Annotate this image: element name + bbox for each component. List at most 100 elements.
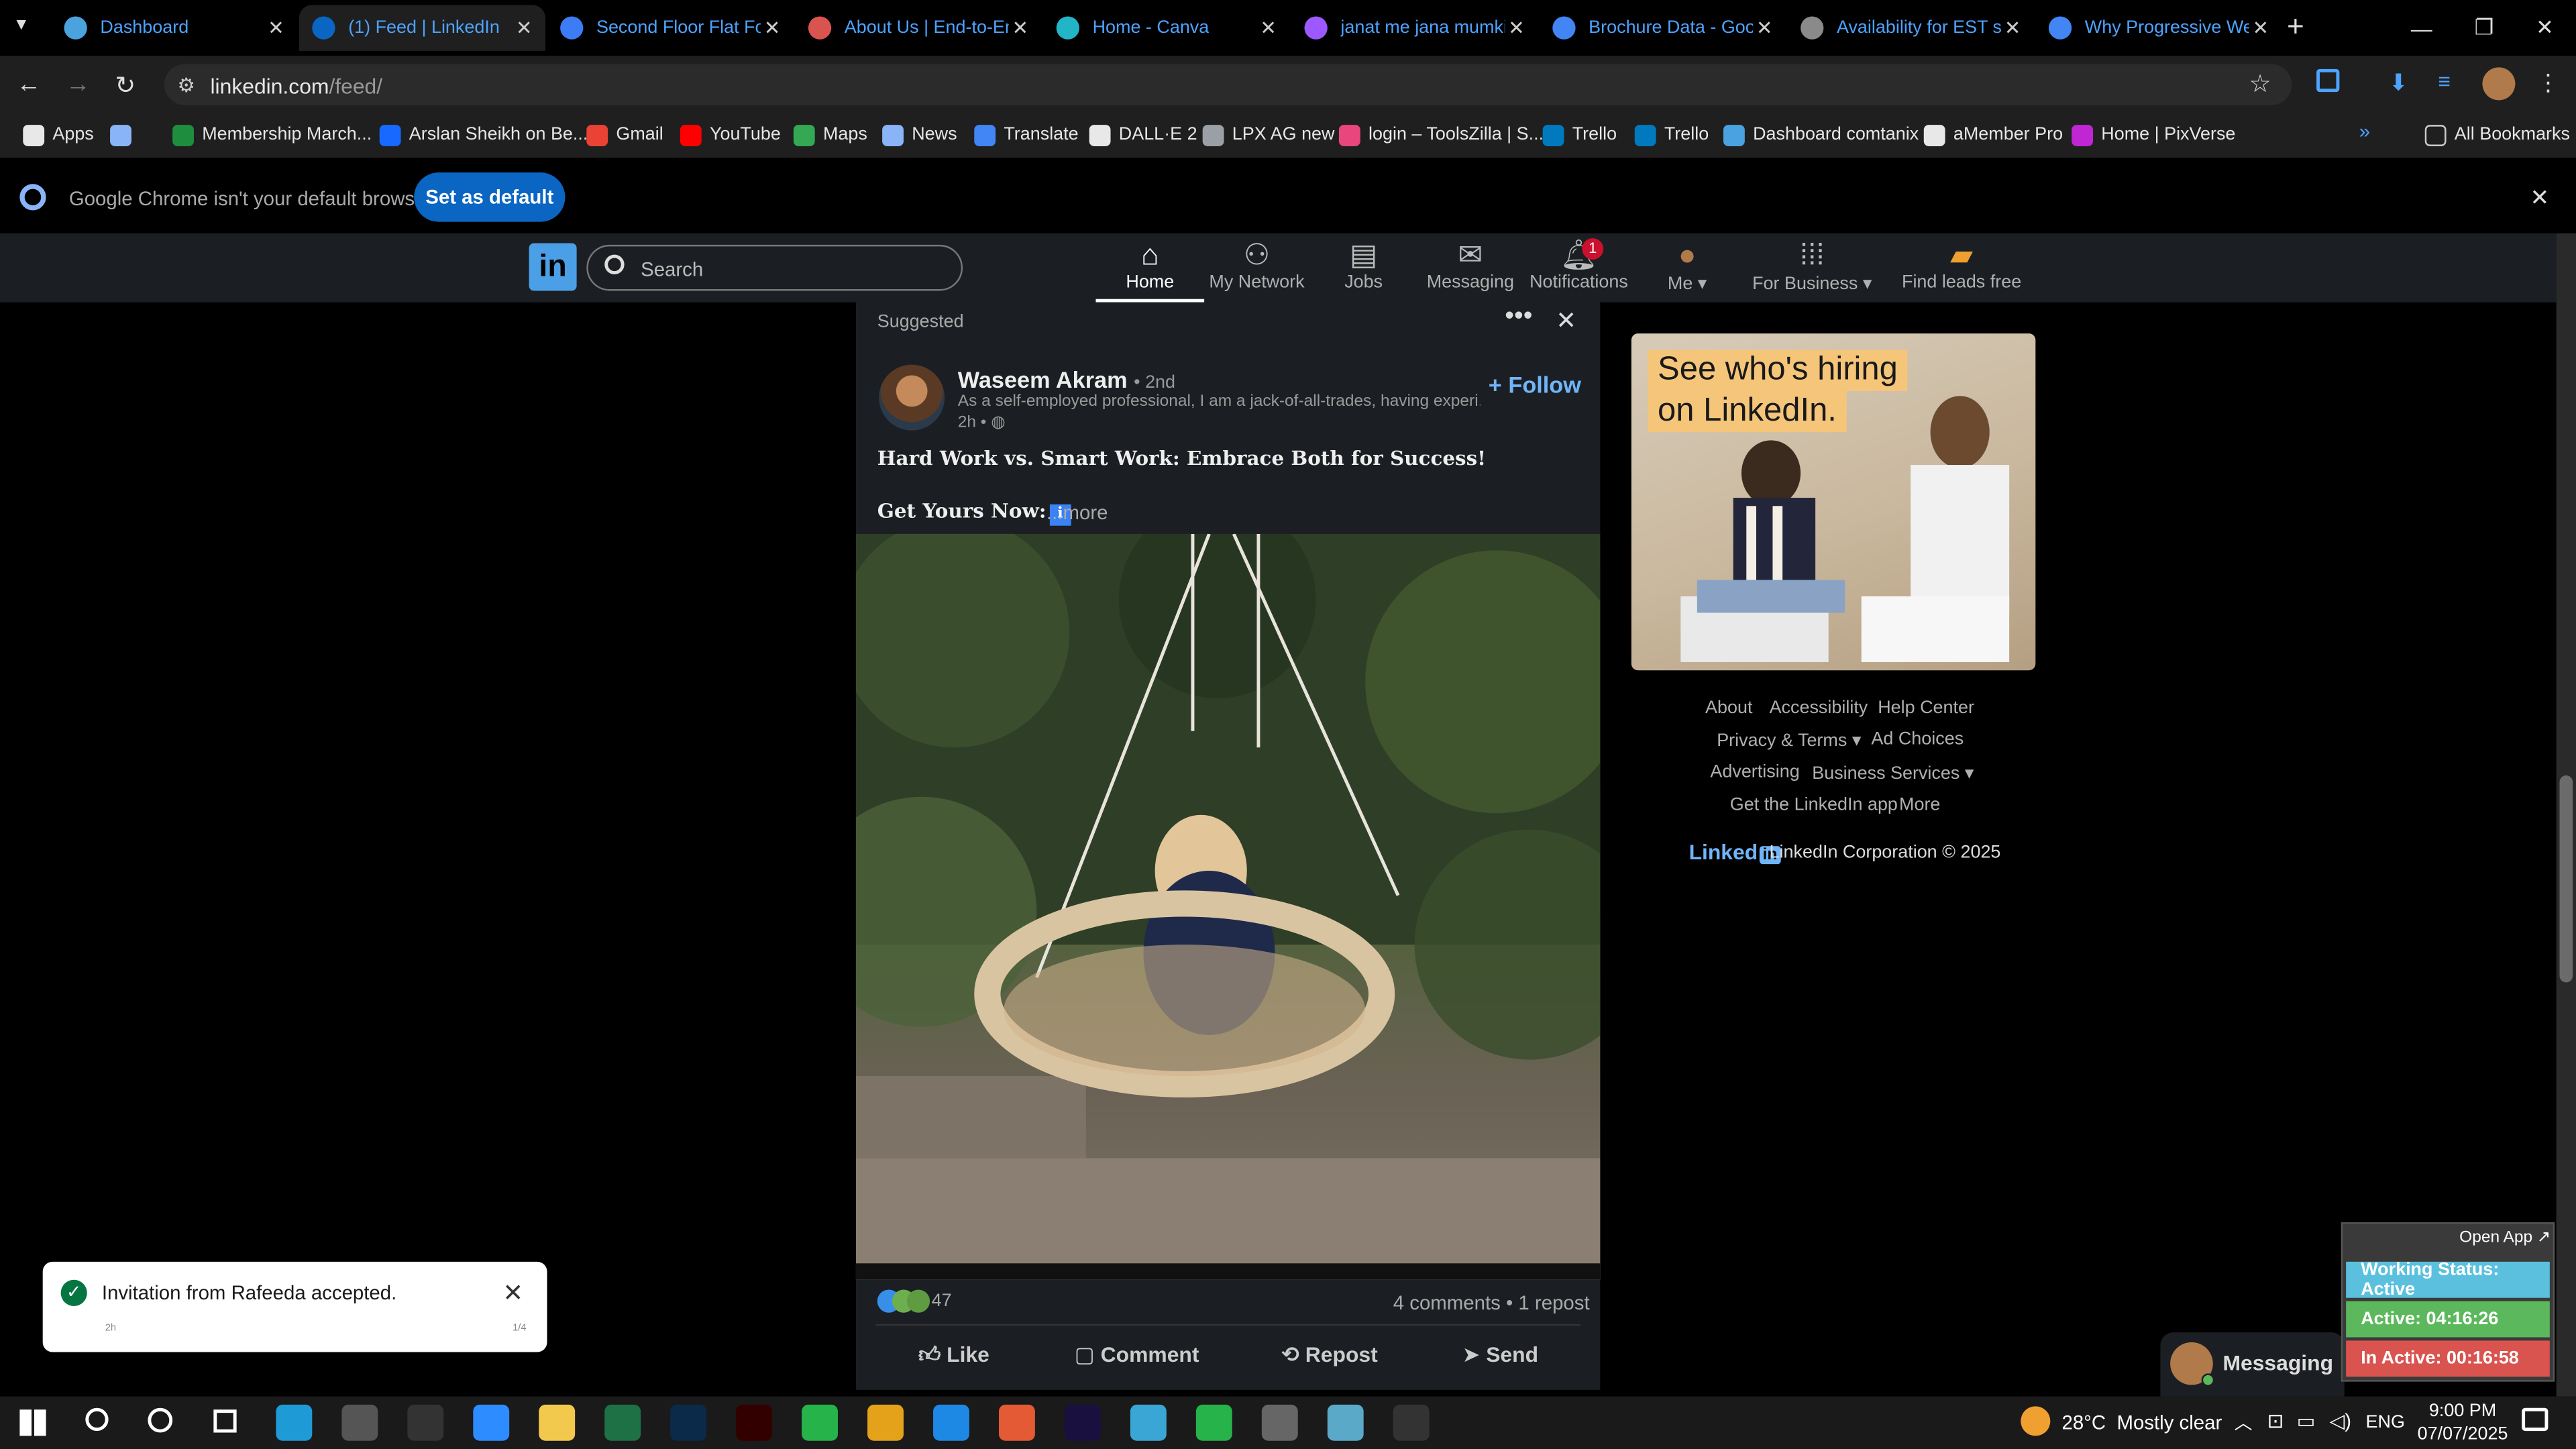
reaction-icons[interactable] bbox=[877, 1289, 933, 1313]
calculator-icon[interactable] bbox=[1261, 1404, 1298, 1441]
tab-close-icon[interactable]: ✕ bbox=[761, 16, 784, 39]
post-video-image[interactable] bbox=[855, 533, 1601, 1280]
download-icon[interactable]: ⬇ bbox=[2389, 69, 2408, 97]
tab-close-icon[interactable]: ✕ bbox=[1009, 16, 1032, 39]
bookmark-item[interactable]: Apps bbox=[23, 121, 94, 148]
linkedin-logo-icon[interactable]: in bbox=[529, 243, 577, 291]
back-button[interactable]: ← bbox=[16, 70, 41, 99]
language-indicator[interactable]: ENG bbox=[2366, 1413, 2405, 1432]
browser-tab[interactable]: About Us | End-to-En ✕ bbox=[795, 5, 1041, 51]
toast-close-icon[interactable]: ✕ bbox=[502, 1278, 523, 1308]
browser-tab[interactable]: Dashboard ✕ bbox=[51, 5, 297, 51]
browser-tab[interactable]: Home - Canva ✕ bbox=[1043, 5, 1289, 51]
bookmark-item[interactable]: Dashboard comtanix bbox=[1723, 121, 1919, 148]
nav-item[interactable]: ⚇ My Network bbox=[1203, 237, 1311, 303]
tab-close-icon[interactable]: ✕ bbox=[264, 16, 287, 39]
bookmark-item[interactable]: Membership March... bbox=[172, 121, 372, 148]
scrollbar-thumb[interactable] bbox=[2559, 775, 2573, 983]
taskbar-search-icon[interactable] bbox=[85, 1407, 109, 1432]
nav-item[interactable]: 🔔︎ Notifications bbox=[1525, 237, 1633, 303]
see-more-link[interactable]: ...more bbox=[1046, 501, 1108, 524]
bookmarks-overflow-icon[interactable]: » bbox=[2359, 120, 2370, 143]
bookmark-star-icon[interactable]: ☆ bbox=[2249, 69, 2271, 99]
bookmark-item[interactable]: DALL·E 2 bbox=[1089, 121, 1197, 148]
close-window-button[interactable]: ✕ bbox=[2514, 0, 2576, 56]
bookmark-item[interactable]: News bbox=[882, 121, 957, 148]
tab-close-icon[interactable]: ✕ bbox=[2001, 16, 2024, 39]
windows-start-icon[interactable] bbox=[19, 1409, 46, 1436]
bookmark-item[interactable]: Arslan Sheikh on Be... bbox=[379, 121, 588, 148]
nav-item[interactable]: ⁞⁞⁞ For Business ▾ bbox=[1748, 237, 1876, 303]
reaction-count[interactable]: 47 bbox=[932, 1291, 952, 1311]
footer-accessibility[interactable]: Accessibility bbox=[1770, 698, 1868, 718]
tab-close-icon[interactable]: ✕ bbox=[513, 16, 535, 39]
nav-item[interactable]: ● Me ▾ bbox=[1633, 237, 1741, 303]
footer-about[interactable]: About bbox=[1705, 698, 1752, 718]
post-dismiss-icon[interactable]: ✕ bbox=[1556, 306, 1576, 335]
photoshop-icon[interactable] bbox=[670, 1404, 707, 1441]
forward-button[interactable]: → bbox=[66, 70, 91, 99]
edge-icon[interactable] bbox=[276, 1404, 313, 1441]
browser-tab[interactable]: Second Floor Flat For ✕ bbox=[547, 5, 794, 51]
comments-count[interactable]: 4 comments • 1 repost bbox=[1393, 1291, 1590, 1314]
set-as-default-button[interactable]: Set as default bbox=[414, 172, 566, 222]
tab-search-dropdown[interactable]: ▼ bbox=[13, 16, 40, 39]
illustrator-icon[interactable] bbox=[736, 1404, 773, 1441]
vscode-icon[interactable] bbox=[933, 1404, 969, 1441]
nav-item[interactable]: ⌂ Home bbox=[1095, 237, 1205, 303]
notepad-icon[interactable] bbox=[1327, 1404, 1364, 1441]
bookmark-item[interactable]: Maps bbox=[793, 121, 867, 148]
browser-tab[interactable]: Availability for EST sh ✕ bbox=[1788, 5, 2034, 51]
bookmark-item[interactable]: aMember Pro bbox=[1923, 121, 2063, 148]
tray-volume-icon[interactable]: ◁) bbox=[2330, 1409, 2351, 1432]
tray-wifi-icon[interactable]: ▭ bbox=[2297, 1409, 2316, 1432]
extensions-icon[interactable] bbox=[2316, 68, 2340, 93]
like-button[interactable]: 👍︎ Like bbox=[918, 1342, 989, 1368]
nav-item[interactable]: ✉ Messaging bbox=[1416, 237, 1525, 303]
excel-icon[interactable] bbox=[604, 1404, 641, 1441]
app-icon[interactable] bbox=[1130, 1404, 1167, 1441]
chrome-menu-icon[interactable]: ⋮ bbox=[2536, 69, 2559, 97]
notification-center-icon[interactable] bbox=[2522, 1407, 2548, 1432]
tab-close-icon[interactable]: ✕ bbox=[1256, 16, 1279, 39]
browser-tab[interactable]: Brochure Data - Goo ✕ bbox=[1540, 5, 1786, 51]
task-view-icon[interactable] bbox=[213, 1409, 237, 1433]
premiere-icon[interactable] bbox=[1064, 1404, 1101, 1441]
weather-text[interactable]: 28°C Mostly clear bbox=[2061, 1411, 2222, 1434]
bookmark-item[interactable]: Trello bbox=[1634, 121, 1709, 148]
bookmark-item[interactable] bbox=[110, 121, 140, 148]
media-player-icon[interactable] bbox=[1393, 1404, 1430, 1441]
green-app-icon-2[interactable] bbox=[1195, 1404, 1232, 1441]
footer-ad-choices[interactable]: Ad Choices bbox=[1871, 729, 1964, 749]
footer-advertising[interactable]: Advertising bbox=[1710, 762, 1799, 782]
author-name[interactable]: Waseem Akram • 2nd bbox=[958, 366, 1175, 392]
repost-button[interactable]: ⟲ Repost bbox=[1281, 1342, 1377, 1368]
footer-business-services[interactable]: Business Services ▾ bbox=[1812, 762, 1974, 784]
post-options-icon[interactable]: ••• bbox=[1505, 303, 1532, 332]
browser-tab[interactable]: janat me jana mumki ✕ bbox=[1291, 5, 1538, 51]
all-bookmarks[interactable]: All Bookmarks bbox=[2424, 121, 2570, 148]
cortana-icon[interactable] bbox=[148, 1407, 173, 1433]
nav-item[interactable]: ▤ Jobs bbox=[1309, 237, 1418, 303]
media-control-icon[interactable]: ≡ bbox=[2438, 69, 2451, 94]
sidebar-ad[interactable]: See who's hiring on LinkedIn. bbox=[1631, 333, 2036, 671]
clock-date[interactable]: 07/07/2025 bbox=[2415, 1424, 2510, 1444]
bookmark-item[interactable]: YouTube bbox=[680, 121, 781, 148]
minimize-button[interactable]: — bbox=[2390, 0, 2453, 56]
clock-time[interactable]: 9:00 PM bbox=[2423, 1401, 2502, 1421]
tab-close-icon[interactable]: ✕ bbox=[1505, 16, 1527, 39]
chrome-icon[interactable] bbox=[867, 1404, 904, 1441]
bookmark-item[interactable]: LPX AG new bbox=[1202, 121, 1335, 148]
terminal-icon[interactable] bbox=[407, 1404, 444, 1441]
tab-close-icon[interactable]: ✕ bbox=[2249, 16, 2272, 39]
green-app-icon[interactable] bbox=[802, 1404, 838, 1441]
footer-get-app[interactable]: Get the LinkedIn app bbox=[1730, 795, 1898, 814]
follow-button[interactable]: + Follow bbox=[1489, 371, 1581, 397]
new-tab-button[interactable]: + bbox=[2287, 10, 2316, 46]
author-avatar[interactable] bbox=[879, 364, 945, 431]
browser-tab[interactable]: Why Progressive Web ✕ bbox=[2035, 5, 2282, 51]
zoom-icon[interactable] bbox=[473, 1404, 510, 1441]
nav-item[interactable]: ▰ Find leads free bbox=[1898, 237, 2026, 303]
site-info-icon[interactable]: ⚙ bbox=[177, 74, 195, 97]
footer-help-center[interactable]: Help Center bbox=[1878, 698, 1974, 718]
